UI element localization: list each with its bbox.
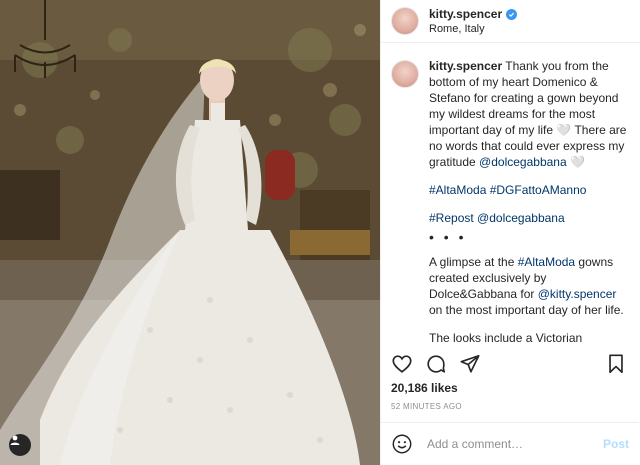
likes-count[interactable]: 20,186 likes xyxy=(391,381,458,395)
heart-icon xyxy=(392,355,412,373)
bride-photo-illustration xyxy=(0,0,380,465)
comment-input[interactable] xyxy=(425,436,589,452)
caption-text: Thank you from the bottom of my heart Do… xyxy=(429,59,627,169)
repost-mention[interactable]: @dolcegabbana xyxy=(477,211,565,225)
username-link[interactable]: kitty.spencer xyxy=(429,7,502,21)
hashtag-link[interactable]: #AltaModa xyxy=(518,255,575,269)
user-tag-icon xyxy=(10,435,20,445)
smiley-icon xyxy=(392,434,412,454)
caption-paragraph-3: A glimpse at the #AltaModa gowns created… xyxy=(429,254,629,318)
add-comment-bar: Post xyxy=(381,422,639,465)
comment-button[interactable] xyxy=(425,353,449,377)
post-timestamp[interactable]: 52 MINUTES AGO xyxy=(391,402,462,411)
tagged-users-button[interactable] xyxy=(9,434,31,456)
bookmark-icon xyxy=(609,354,623,374)
action-bar xyxy=(381,350,639,380)
caption-separator: • • • xyxy=(429,229,467,245)
hashtags[interactable]: #AltaModa #DGFattoAManno xyxy=(429,182,629,198)
caption-text: A glimpse at the xyxy=(429,255,518,269)
header-text: kitty.spencer Rome, Italy xyxy=(429,7,518,35)
post-sidebar: kitty.spencer Rome, Italy kitty.spencer … xyxy=(380,0,640,465)
caption-body: kitty.spencer Thank you from the bottom … xyxy=(429,58,629,348)
emoji-button[interactable] xyxy=(391,433,413,455)
caption-paragraph-1: kitty.spencer Thank you from the bottom … xyxy=(429,58,629,170)
caption-text-end: 🤍 xyxy=(566,155,585,169)
post-comment-button[interactable]: Post xyxy=(603,437,629,451)
caption-username-link[interactable]: kitty.spencer xyxy=(429,59,502,73)
caption-paragraph-4: The looks include a Victorian inspiratio… xyxy=(429,331,583,348)
verified-badge-icon xyxy=(506,8,518,20)
comment-icon xyxy=(427,355,446,373)
instagram-post: kitty.spencer Rome, Italy kitty.spencer … xyxy=(0,0,640,465)
caption-avatar[interactable] xyxy=(391,60,419,88)
post-photo[interactable] xyxy=(0,0,380,465)
avatar[interactable] xyxy=(391,7,419,35)
paper-plane-icon xyxy=(460,354,480,373)
caption-comment: kitty.spencer Thank you from the bottom … xyxy=(381,58,639,348)
like-button[interactable] xyxy=(391,353,415,377)
username-row: kitty.spencer xyxy=(429,7,518,21)
post-header: kitty.spencer Rome, Italy xyxy=(381,0,640,43)
caption-area: kitty.spencer Thank you from the bottom … xyxy=(381,58,639,348)
mention-link[interactable]: @dolcegabbana xyxy=(479,155,567,169)
share-button[interactable] xyxy=(459,353,483,377)
caption-text: on the most important day of her life. xyxy=(429,303,624,317)
location-link[interactable]: Rome, Italy xyxy=(429,23,517,35)
repost-hashtag[interactable]: #Repost xyxy=(429,211,474,225)
repost-line: #Repost @dolcegabbana xyxy=(429,210,629,226)
save-button[interactable] xyxy=(605,353,629,377)
mention-link[interactable]: @kitty.spencer xyxy=(538,287,617,301)
